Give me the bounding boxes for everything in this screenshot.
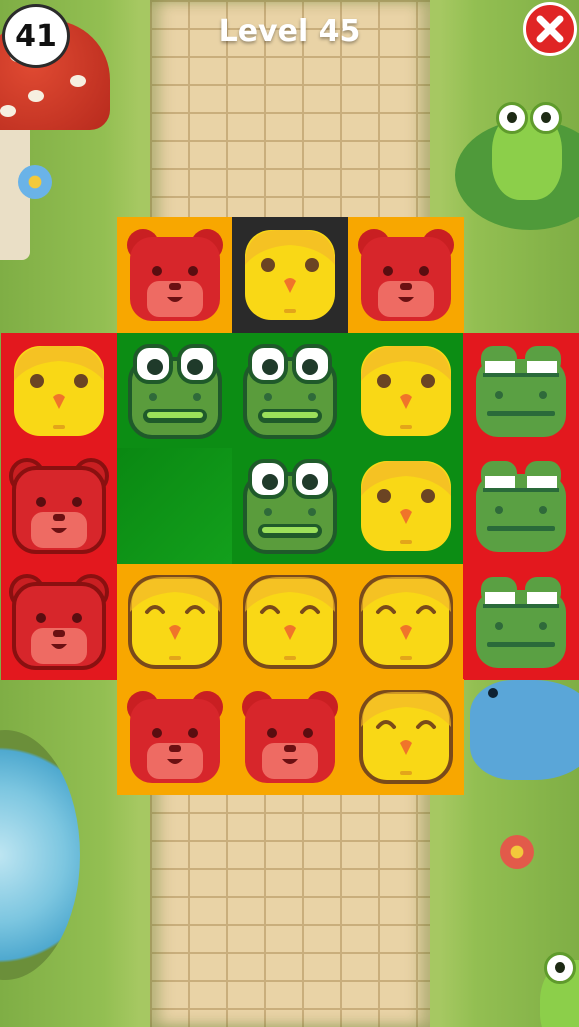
frog-piece-icon[interactable] [471,341,571,441]
lizard-eye [488,688,498,698]
red-flower [500,835,534,869]
frog-decoration-top [492,102,562,200]
bear-piece-icon[interactable] [356,225,456,325]
board-cell[interactable] [347,217,464,333]
frog-decoration-bottom [540,952,579,1027]
frog-piece-icon[interactable] [125,341,225,441]
bear-piece-icon[interactable] [240,687,340,787]
board-cell[interactable] [116,679,233,795]
board-cell[interactable] [463,563,579,680]
close-button[interactable] [523,2,577,56]
level-title: Level 45 [218,14,361,49]
frog-piece-icon[interactable] [471,572,571,672]
board-cell[interactable] [1,563,117,680]
board-cell[interactable] [1,332,117,449]
frog-piece-icon[interactable] [240,341,340,441]
board-cell[interactable] [116,217,233,333]
bear-piece-icon[interactable] [9,456,109,556]
board-cell[interactable] [347,448,464,564]
board-cell[interactable] [232,448,348,564]
close-icon [536,15,564,43]
pond [0,730,80,980]
board-cell[interactable] [463,448,579,564]
board-cell[interactable] [232,217,348,333]
chick-piece-icon[interactable] [356,456,456,556]
frog-piece-icon[interactable] [471,456,571,556]
board-cell[interactable] [347,332,464,449]
chick-piece-icon[interactable] [240,225,340,325]
chick-piece-icon[interactable] [125,572,225,672]
board-cell[interactable] [232,679,348,795]
chick-piece-icon[interactable] [356,687,456,787]
bear-piece-icon[interactable] [125,225,225,325]
blue-lizard-decoration [470,680,579,780]
board-cell[interactable] [347,679,464,795]
board-cell[interactable] [347,563,464,680]
chick-piece-icon[interactable] [356,572,456,672]
blue-flower [18,165,52,199]
bear-piece-icon[interactable] [125,687,225,787]
board-cell[interactable] [1,448,117,564]
bear-piece-icon[interactable] [9,572,109,672]
board-cell[interactable] [116,563,233,680]
board-cell[interactable] [116,332,233,449]
board-cell[interactable] [232,563,348,680]
empty-cell[interactable] [116,448,233,564]
chick-piece-icon[interactable] [356,341,456,441]
chick-piece-icon[interactable] [240,572,340,672]
board-cell[interactable] [463,332,579,449]
board-cell[interactable] [232,332,348,449]
frog-piece-icon[interactable] [240,456,340,556]
chick-piece-icon[interactable] [9,341,109,441]
